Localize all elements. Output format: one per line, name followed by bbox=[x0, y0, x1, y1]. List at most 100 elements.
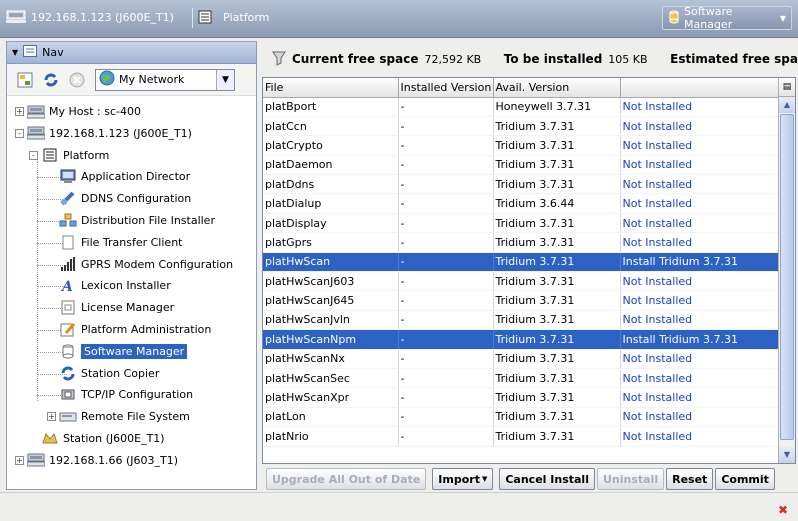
table-row[interactable]: platHwScanXpr - Tridium 3.7.31 Not Installe… bbox=[263, 387, 779, 408]
table-row[interactable]: platGprs - Tridium 3.7.31 Not Installed bbox=[263, 232, 779, 253]
nav-title: Nav bbox=[42, 46, 64, 59]
vertical-scrollbar[interactable]: ▤ ▲ ▼ bbox=[778, 78, 795, 463]
table-row[interactable]: platBport - Honeywell 3.7.31 Not Installed bbox=[263, 97, 779, 117]
cell-status: Not Installed bbox=[620, 349, 779, 369]
cell-avail-version: Tridium 3.7.31 bbox=[493, 174, 621, 195]
tree-item[interactable]: Platform Administration bbox=[59, 320, 211, 339]
nav-header[interactable]: ▼ Nav bbox=[7, 42, 256, 64]
table-row[interactable]: platHwScanNpm - Tridium 3.7.31 Install Trid… bbox=[263, 329, 779, 350]
tree-item-label: File Transfer Client bbox=[81, 235, 183, 249]
tree-item[interactable]: Software Manager bbox=[59, 342, 188, 361]
cell-avail-version: Tridium 3.7.31 bbox=[493, 135, 621, 156]
tree-expander-icon[interactable]: + bbox=[47, 412, 56, 422]
tree-item[interactable]: File Transfer Client bbox=[59, 233, 182, 252]
tree-item[interactable]: 192.168.1.66 (J603_T1) bbox=[27, 451, 178, 470]
cell-avail-version: Tridium 3.7.31 bbox=[493, 329, 621, 350]
tree-item[interactable]: Platform bbox=[41, 146, 109, 165]
to-install-label: To be installed bbox=[503, 52, 603, 66]
tree-item[interactable]: My Host : sc-400 bbox=[27, 102, 141, 121]
view-selector[interactable]: Software Manager ▼ bbox=[662, 5, 792, 31]
breadcrumb-host[interactable]: 192.168.1.123 (J600E_T1) bbox=[6, 10, 174, 24]
tree-item-label: Remote File System bbox=[81, 410, 190, 424]
cell-avail-version: Tridium 3.7.31 bbox=[493, 271, 621, 292]
scroll-up-icon[interactable]: ▲ bbox=[779, 97, 795, 113]
table-row[interactable]: platLon - Tridium 3.7.31 Not Installed bbox=[263, 407, 779, 428]
import-button[interactable]: Import ▼ bbox=[432, 468, 494, 490]
cell-installed-version: - bbox=[398, 174, 494, 195]
cell-installed-version: - bbox=[398, 290, 494, 311]
uninstall-button[interactable]: Uninstall bbox=[596, 468, 665, 490]
table-row[interactable]: platDaemon - Tridium 3.7.31 Not Installed bbox=[263, 155, 779, 176]
tree-item[interactable]: Application Director bbox=[59, 167, 190, 186]
tree-expander-icon[interactable]: + bbox=[15, 455, 24, 465]
tree-item[interactable]: TCP/IP Configuration bbox=[59, 385, 193, 404]
to-install-value: 105 KB bbox=[608, 52, 648, 66]
table-row[interactable]: platHwScanJ603- Tridium 3.7.31 Not Install… bbox=[263, 271, 779, 292]
cell-status: Not Installed bbox=[620, 116, 779, 137]
tree-item[interactable]: Remote File System bbox=[59, 407, 190, 426]
estimated-space-label: Estimated free spa bbox=[670, 52, 798, 66]
tree-item-label: My Host : sc-400 bbox=[49, 105, 141, 118]
commit-button[interactable]: Commit bbox=[715, 468, 775, 490]
table-row[interactable]: platDisplay - Tridium 3.7.31 Not Installed bbox=[263, 213, 779, 234]
column-header-status[interactable] bbox=[620, 78, 779, 98]
cell-installed-version: - bbox=[398, 271, 494, 292]
scroll-thumb[interactable] bbox=[780, 114, 794, 440]
table-row[interactable]: platHwScanNx - Tridium 3.7.31 Not Installed bbox=[263, 349, 779, 369]
upgrade-all-button[interactable]: Upgrade All Out of Date bbox=[266, 468, 427, 490]
column-header-installed-version[interactable]: Installed Version bbox=[398, 78, 494, 98]
tree-item[interactable]: A Lexicon Installer bbox=[59, 276, 171, 295]
tree-item[interactable]: Station (J600E_T1) bbox=[41, 429, 165, 448]
cell-installed-version: - bbox=[398, 387, 494, 408]
cell-file: platHwScanXpr bbox=[263, 387, 399, 408]
close-icon[interactable] bbox=[67, 70, 87, 90]
reset-button[interactable]: Reset bbox=[666, 468, 714, 490]
tree-item[interactable]: Distribution File Installer bbox=[59, 211, 215, 230]
table-row[interactable]: platCrypto - Tridium 3.7.31 Not Installed bbox=[263, 135, 779, 156]
copier-icon bbox=[59, 365, 77, 381]
cancel-install-button[interactable]: Cancel Install bbox=[499, 468, 595, 490]
cell-installed-version: - bbox=[398, 116, 494, 137]
tree-item[interactable]: DDNS Configuration bbox=[59, 189, 191, 208]
svg-text:A: A bbox=[61, 279, 73, 293]
table-row[interactable]: platHwScanSec - Tridium 3.7.31 Not Installe… bbox=[263, 368, 779, 389]
tree-item[interactable]: License Manager bbox=[59, 298, 174, 317]
chevron-down-icon[interactable]: ▼ bbox=[216, 69, 234, 90]
tree-expander-icon[interactable]: + bbox=[15, 107, 24, 116]
cell-status: Not Installed bbox=[620, 213, 779, 234]
cell-file: platLon bbox=[263, 407, 399, 428]
cell-status: Not Installed bbox=[620, 271, 779, 292]
cell-installed-version: - bbox=[398, 155, 494, 176]
table-row[interactable]: platHwScanJ645- Tridium 3.7.31 Not Install… bbox=[263, 290, 779, 311]
column-chooser-icon[interactable]: ▤ bbox=[779, 78, 795, 97]
table-row[interactable]: platDdns - Tridium 3.7.31 Not Installed bbox=[263, 174, 779, 195]
table-row[interactable]: platNrio - Tridium 3.7.31 Not Installed bbox=[263, 426, 779, 447]
cell-file: platDdns bbox=[263, 174, 399, 195]
scroll-down-icon[interactable]: ▼ bbox=[779, 447, 795, 463]
table-row[interactable]: platHwScanJvln - Tridium 3.7.31 Not Install… bbox=[263, 310, 779, 331]
table-row[interactable]: platHwScan - Tridium 3.7.31 Install Tridium… bbox=[263, 252, 779, 273]
host-icon bbox=[27, 104, 45, 120]
error-icon[interactable]: ✖ bbox=[778, 503, 788, 517]
breadcrumb-platform[interactable]: Platform bbox=[198, 10, 269, 24]
nav-panel: ▼ Nav My Network ▼ + My Host : sc-400 - 192… bbox=[6, 41, 257, 490]
software-manager-view: Current free space 72,592 KB To be insta… bbox=[262, 41, 798, 490]
tree-item[interactable]: GPRS Modem Configuration bbox=[59, 255, 233, 274]
tree-expander-icon[interactable]: - bbox=[15, 128, 24, 138]
cell-avail-version: Tridium 3.7.31 bbox=[493, 213, 621, 234]
open-tree-icon[interactable] bbox=[15, 70, 35, 90]
drive-icon bbox=[59, 409, 77, 425]
column-header-file[interactable]: File bbox=[263, 78, 399, 98]
column-header-avail-version[interactable]: Avail. Version bbox=[493, 78, 621, 98]
monitor-icon bbox=[59, 169, 77, 185]
tree-item[interactable]: Station Copier bbox=[59, 364, 159, 383]
cell-avail-version: Tridium 3.7.31 bbox=[493, 310, 621, 331]
tree-item[interactable]: 192.168.1.123 (J600E_T1) bbox=[27, 124, 192, 143]
table-row[interactable]: platDialup - Tridium 3.6.44 Not Installed bbox=[263, 193, 779, 214]
table-row[interactable]: platCcn - Tridium 3.7.31 Not Installed bbox=[263, 116, 779, 137]
tree-expander-icon[interactable]: - bbox=[29, 150, 38, 160]
network-select[interactable]: My Network ▼ bbox=[95, 68, 235, 91]
refresh-icon[interactable] bbox=[41, 70, 61, 90]
cell-installed-version: - bbox=[398, 193, 494, 214]
cell-file: platCcn bbox=[263, 116, 399, 137]
